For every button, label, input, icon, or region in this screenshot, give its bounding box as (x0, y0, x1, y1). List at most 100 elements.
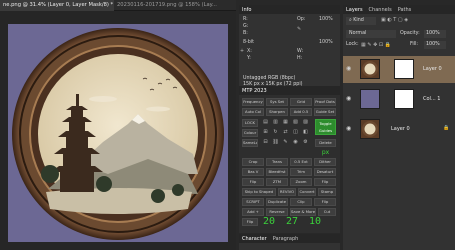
filter-icons[interactable]: ▣ ◐ T ▢ ◈ (381, 17, 408, 23)
layers-panel-header: Layers Channels Paths (343, 5, 455, 14)
mtp-button[interactable]: Cut (318, 208, 336, 216)
grid-icon[interactable]: ⊟ (261, 139, 270, 146)
mtp-button[interactable]: Trim (290, 168, 312, 176)
mtp-button[interactable]: Delete (315, 139, 336, 147)
link-icon[interactable]: ⛓ (271, 139, 280, 146)
layer-mask-thumbnail[interactable] (394, 59, 414, 79)
mtp-number: 10 (309, 216, 322, 227)
mtp-button[interactable]: Duplicate (266, 198, 288, 206)
mtp-button[interactable]: ZTM (266, 178, 288, 186)
document-canvas[interactable] (8, 24, 228, 242)
blend-mode-select[interactable]: Normal (346, 30, 396, 38)
settings-icon[interactable]: ⚙ (301, 139, 310, 146)
layer-name: Layer 0 (423, 66, 442, 72)
fill-label: Fill: (410, 42, 419, 47)
opacity-input[interactable]: 100% (424, 30, 446, 38)
info-bit: 8-bit (243, 40, 255, 45)
layer-thumbnail (360, 119, 380, 139)
rotate-icon[interactable]: ↻ (271, 129, 280, 136)
layer-row[interactable]: ◉ Layer 0 (343, 56, 455, 83)
mtp-button[interactable]: SCRIPT (242, 198, 264, 206)
eye-icon[interactable]: ◉ (346, 65, 351, 72)
info-op-value: 100% (319, 17, 333, 22)
mtp-button[interactable]: Auto Col (242, 108, 264, 116)
paths-tab[interactable]: Paths (398, 7, 412, 13)
mtp-button[interactable]: Bleedfrst (266, 168, 288, 176)
layers-tab[interactable]: Layers (346, 7, 363, 13)
info-g: G: (243, 24, 249, 29)
mtp-button[interactable]: Skip to Shaped (242, 188, 276, 196)
layer-row[interactable]: ◉ Layer 0 🔒 (343, 116, 455, 143)
mtp-button[interactable]: 0.5 Ext (290, 158, 312, 166)
align-right-icon[interactable]: ▦ (281, 119, 290, 126)
lock-icons[interactable]: ▦ ✎ ✥ ⊡ 🔒 (361, 42, 391, 48)
layers-icon[interactable]: ◫ (291, 129, 300, 136)
mtp-button[interactable]: Reverse (266, 208, 288, 216)
mtp-button[interactable]: Flip (242, 178, 264, 186)
info-b: B: (243, 31, 248, 36)
transform-icon[interactable]: ⊞ (261, 129, 270, 136)
mtp-button[interactable]: Save & More (290, 208, 316, 216)
mtp-button[interactable]: Flip (314, 198, 336, 206)
mtp-button[interactable]: Desaturt (314, 168, 336, 176)
flip-icon[interactable]: ⇄ (281, 129, 290, 136)
layer-thumbnail (360, 89, 380, 109)
lock-icon: 🔒 (443, 125, 450, 131)
info-w: W: (297, 49, 304, 54)
align-left-icon[interactable]: ▤ (261, 119, 270, 126)
mtp-button[interactable]: Dither (314, 158, 336, 166)
mtp-button[interactable]: Trans (266, 158, 288, 166)
toggle-guides-button[interactable]: Toggle Guides (315, 119, 336, 135)
channels-tab[interactable]: Channels (369, 7, 392, 13)
character-panel: Character Paragraph (239, 234, 340, 250)
info-tab[interactable]: Info (242, 7, 251, 13)
doc-tab-inactive[interactable]: 20230116-201719.png @ 158% (Lay... (114, 0, 236, 11)
info-x: X: (247, 49, 252, 54)
mtp-button[interactable]: Zoom (290, 178, 312, 186)
mtp-button[interactable]: Sys Set (266, 98, 288, 106)
character-panel-header: Character Paragraph (239, 234, 340, 243)
mtp-button[interactable]: LOCK (242, 119, 258, 127)
distribute-icon[interactable]: ▧ (291, 119, 300, 126)
mtp-button[interactable]: REVIVO (278, 188, 296, 196)
mtp-button[interactable]: Convert (298, 188, 316, 196)
mtp-button[interactable]: Flip (314, 178, 336, 186)
align-center-icon[interactable]: ▥ (271, 119, 280, 126)
doc-tab-active[interactable]: ne.png @ 31.4% (Layer 0, Layer Mask/8) * (0, 0, 114, 11)
mask-icon[interactable]: ◧ (301, 129, 310, 136)
crosshair-icon: + (240, 49, 245, 54)
mtp-panel-header: MTP 2023 (239, 86, 340, 95)
arrange-icon[interactable]: ▨ (301, 119, 310, 126)
mtp-button[interactable]: Sharpen (266, 108, 288, 116)
brush-icon[interactable]: ✎ (281, 139, 290, 146)
paragraph-tab[interactable]: Paragraph (273, 236, 299, 242)
mtp-button[interactable]: Proof Dots (314, 98, 336, 106)
mtp-button[interactable]: Grid (290, 98, 312, 106)
eyedropper-icon: ✎ (297, 27, 302, 32)
info-panel-header: Info (239, 5, 340, 14)
fill-icon[interactable]: ◉ (291, 139, 300, 146)
mtp-button[interactable]: Frequency (242, 98, 264, 106)
fill-input[interactable]: 100% (424, 41, 446, 49)
mtp-button[interactable]: Clip (290, 198, 312, 206)
mtp-button[interactable]: Stamp (318, 188, 336, 196)
layer-filter-select[interactable]: ⌕ Kind (346, 17, 376, 25)
px-label: px (321, 149, 330, 156)
mtp-button[interactable]: Bas V (242, 168, 264, 176)
info-y: Y: (247, 56, 251, 61)
mtp-button[interactable]: Add 0.5 (290, 108, 312, 116)
layer-mask-thumbnail[interactable] (394, 89, 414, 109)
character-tab[interactable]: Character (242, 236, 267, 242)
layer-row[interactable]: ◉ Col... 1 (343, 86, 455, 113)
mtp-button[interactable]: Add + (242, 208, 264, 216)
info-op: Op: (297, 17, 306, 22)
canvas-workspace[interactable] (0, 11, 236, 250)
mtp-button[interactable]: Flip (242, 218, 258, 226)
mtp-button[interactable]: Colour (242, 129, 258, 137)
eye-icon[interactable]: ◉ (346, 95, 351, 102)
mtp-button[interactable]: Guide Set (314, 108, 336, 116)
mtp-button[interactable]: Crop (242, 158, 264, 166)
layers-panel: Layers Channels Paths ⌕ Kind ▣ ◐ T ▢ ◈ N… (343, 5, 455, 250)
eye-icon[interactable]: ◉ (346, 125, 351, 132)
mtp-button[interactable]: SameLoot (242, 139, 258, 147)
